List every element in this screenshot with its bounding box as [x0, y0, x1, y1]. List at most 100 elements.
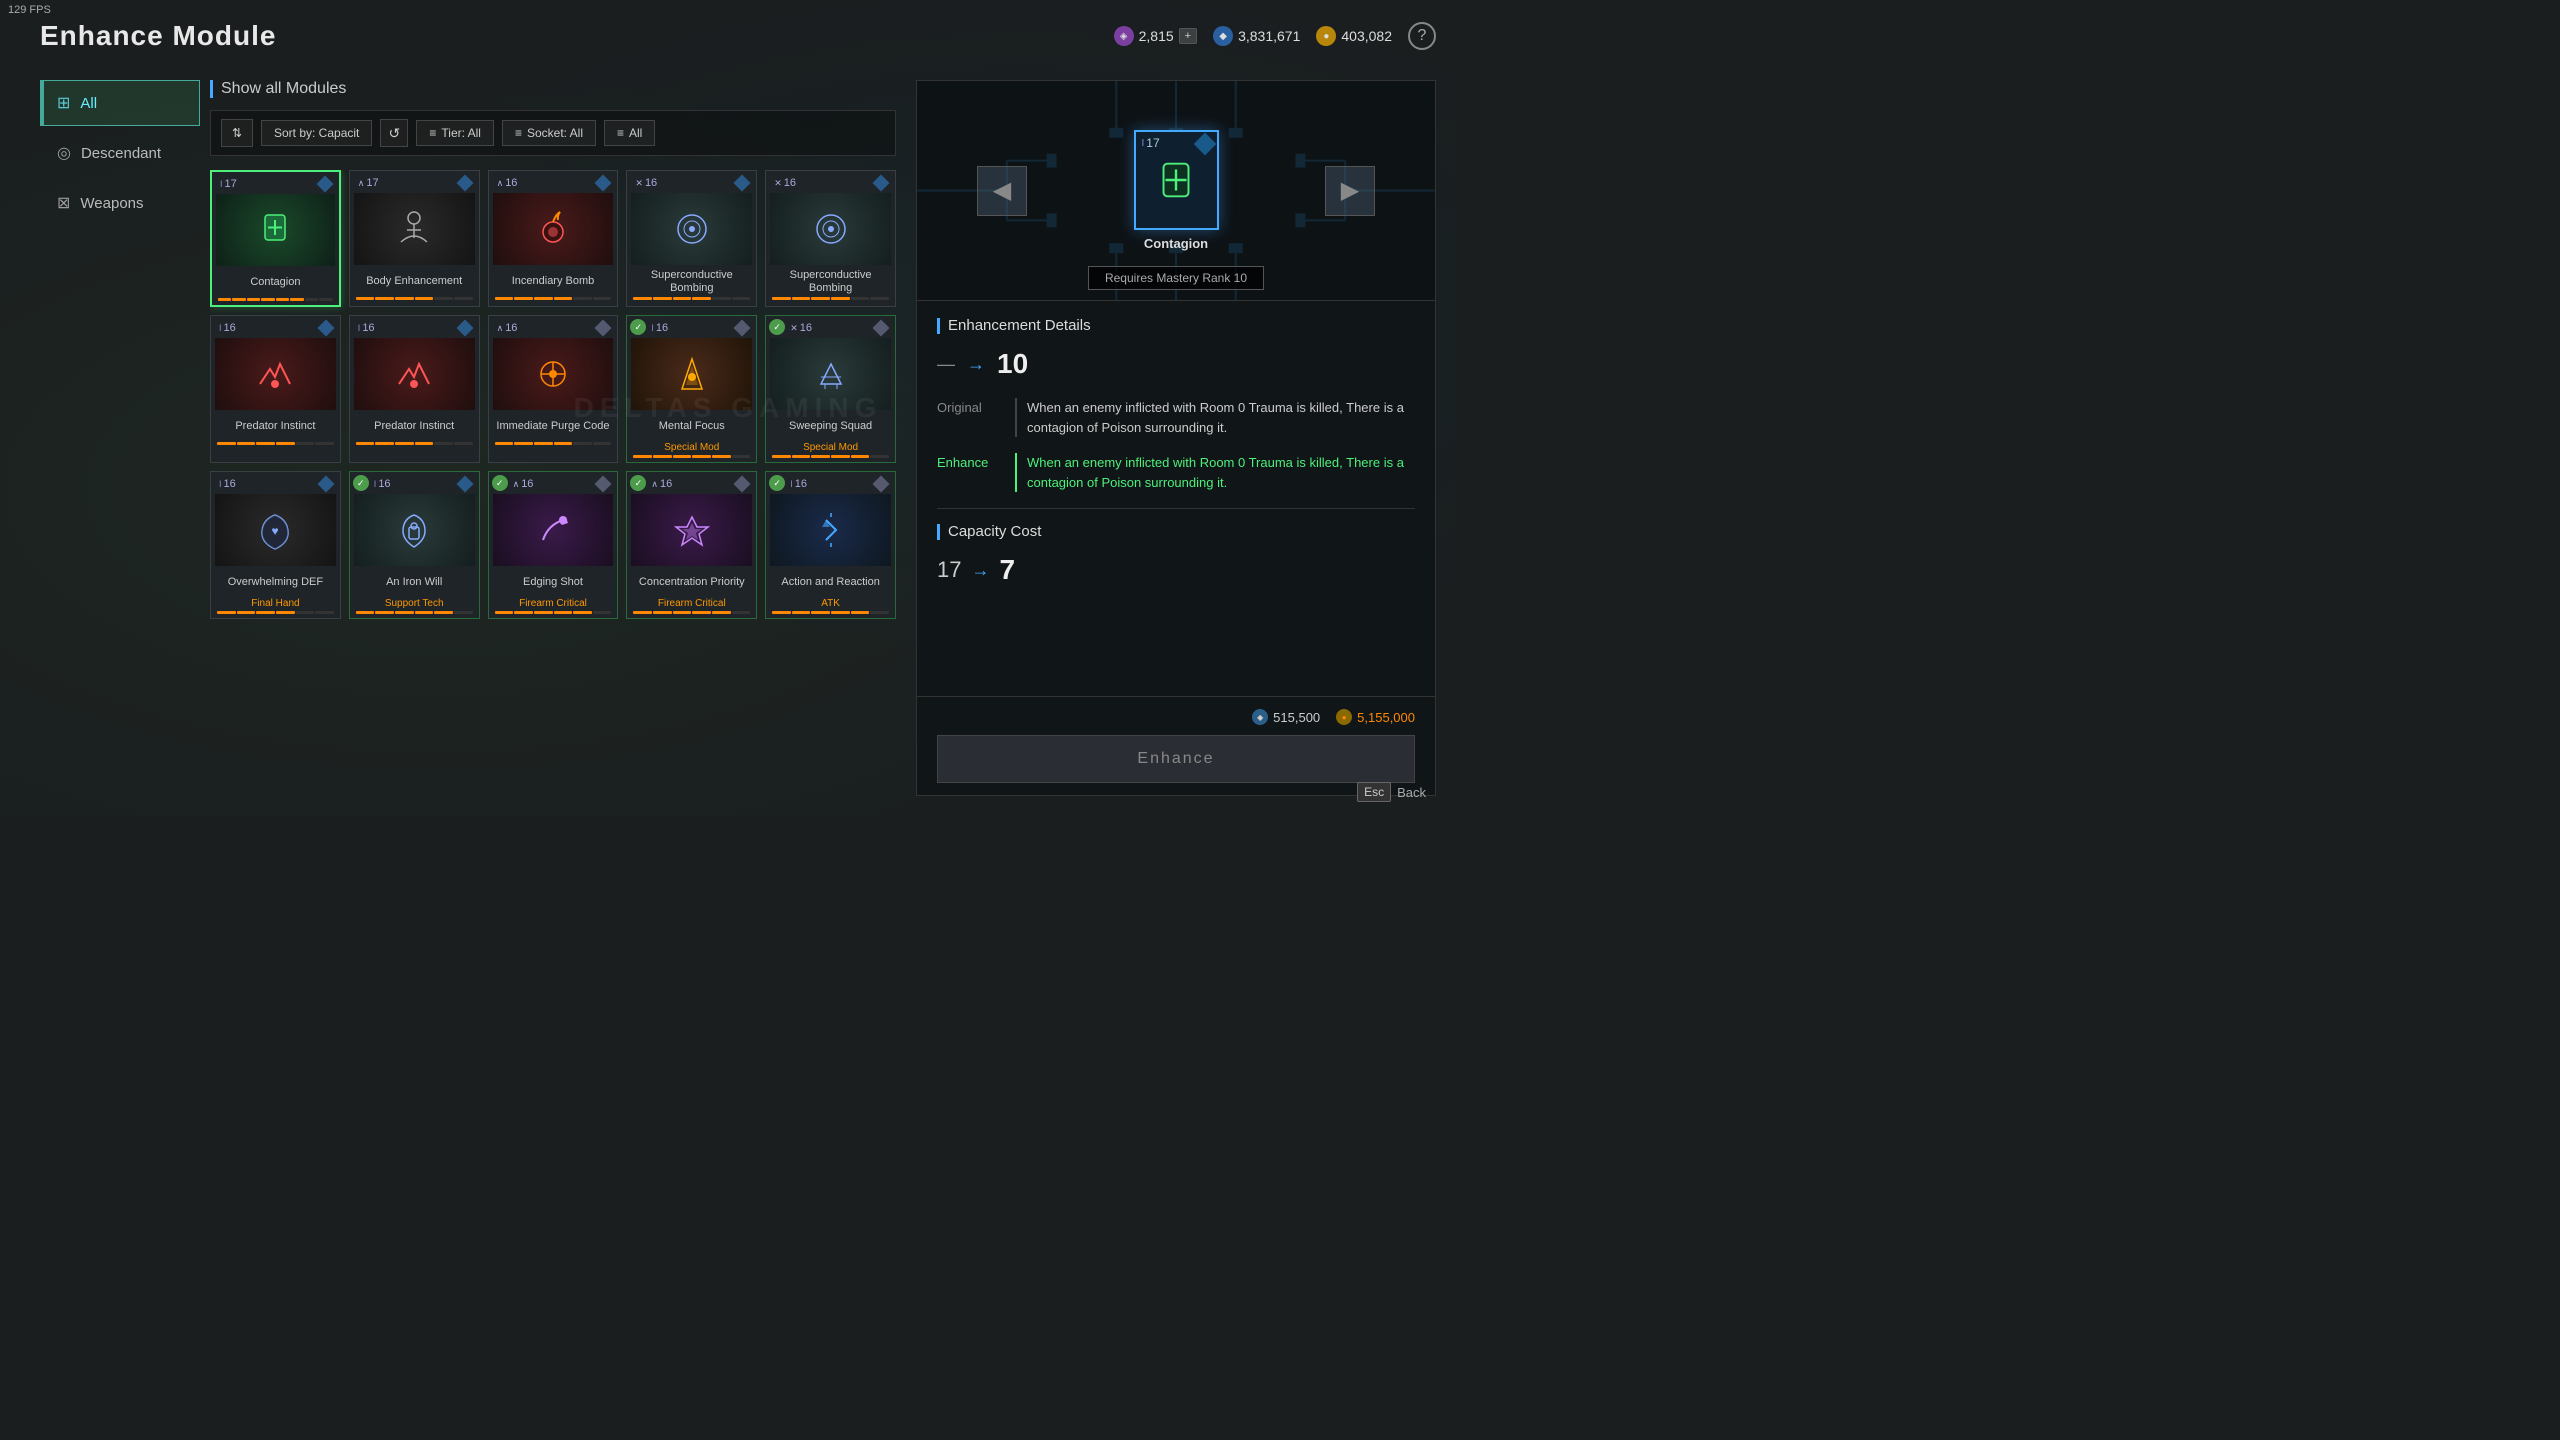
check-circle-13: ✓: [492, 475, 508, 491]
card-rank-11: I 16: [219, 478, 236, 490]
cap-dots-14: [633, 611, 750, 614]
module-card-mental-focus[interactable]: ✓ I 16 Mental Focus Special Mo: [626, 315, 757, 463]
level-value: 10: [997, 348, 1028, 380]
card-name-2: Body Enhancement: [354, 269, 475, 295]
card-subtype-9: Special Mod: [631, 442, 752, 453]
esc-key: Esc: [1357, 782, 1391, 802]
crystal-cost: ◆ 515,500: [1252, 709, 1320, 725]
card-top-13: ∧ 16: [493, 476, 614, 492]
content-header: Show all Modules: [210, 80, 896, 98]
prev-module-button[interactable]: ◀: [977, 166, 1027, 216]
rank-icon-12: I: [374, 479, 377, 489]
module-card-superconductive-2[interactable]: ✕ 16 Superconductive Bombing: [765, 170, 896, 307]
action-reaction-svg: [806, 505, 856, 555]
gold-cost-value: 5,155,000: [1357, 710, 1415, 725]
card-name-13: Edging Shot: [493, 570, 614, 596]
central-diamond-icon: [1193, 133, 1216, 156]
all-filter-button[interactable]: ≡ All: [604, 120, 655, 146]
cap-original-value: 17: [937, 557, 961, 583]
divider: [937, 508, 1415, 509]
module-card-incendiary-bomb[interactable]: ∧ 16 Incendiary Bomb: [488, 170, 619, 307]
filter-bar: ⇅ Sort by: Capacit ↺ ≡ Tier: All ≡ Socke…: [210, 110, 896, 156]
card-top-10: ✕ 16: [770, 320, 891, 336]
module-card-predator-1[interactable]: I 16 Predator Instinct: [210, 315, 341, 463]
card-name-9: Mental Focus: [631, 414, 752, 440]
socket-filter-label: Socket: All: [527, 126, 583, 140]
central-card: I 17: [1134, 130, 1219, 230]
refresh-button[interactable]: ↺: [380, 119, 408, 147]
card-image-11: ♥: [215, 494, 336, 566]
incendiary-bomb-svg: [528, 204, 578, 254]
module-card-superconductive-1[interactable]: ✕ 16 Superconductive Bombing: [626, 170, 757, 307]
help-button[interactable]: ?: [1408, 22, 1436, 50]
card-name-5: Superconductive Bombing: [770, 269, 891, 295]
cap-dots-12: [356, 611, 473, 614]
rank-icon-10: ✕: [790, 323, 798, 334]
enhance-button[interactable]: Enhance: [937, 735, 1415, 783]
enhancement-section-title: Enhancement Details: [937, 317, 1415, 334]
predator-1-svg: [250, 349, 300, 399]
card-top-14: ∧ 16: [631, 476, 752, 492]
tier-filter-button[interactable]: ≡ Tier: All: [416, 120, 494, 146]
central-module-name: Contagion: [1144, 236, 1208, 251]
sidebar: ⊞ All ◎ Descendant ⊠ Weapons: [40, 80, 200, 230]
diamond-4: [734, 175, 751, 192]
module-card-iron-will[interactable]: ✓ I 16 An Iron Will Support Te: [349, 471, 480, 619]
tier-layers-icon: ≡: [429, 126, 436, 140]
sidebar-weapons-label: Weapons: [80, 195, 143, 212]
card-name-12: An Iron Will: [354, 570, 475, 596]
purple-add-button[interactable]: +: [1179, 28, 1197, 44]
capacity-section-title: Capacity Cost: [937, 523, 1415, 540]
module-card-predator-2[interactable]: I 16 Predator Instinct: [349, 315, 480, 463]
card-rank-8: ∧ 16: [497, 322, 518, 334]
sidebar-item-all[interactable]: ⊞ All: [40, 80, 200, 126]
module-card-concentration-priority[interactable]: ✓ ∧ 16 Concentration Priority Firearm Cr…: [626, 471, 757, 619]
card-rank-1: I 17: [220, 178, 237, 190]
sort-direction-button[interactable]: ⇅: [221, 119, 253, 147]
diamond-12: [456, 476, 473, 493]
rank-icon-8: ∧: [497, 323, 504, 334]
svg-text:♥: ♥: [272, 524, 279, 538]
cap-dots-6: [217, 442, 334, 445]
show-all-modules-label: Show all Modules: [221, 80, 346, 98]
blue-currency: ◆ 3,831,671: [1213, 26, 1300, 46]
module-card-contagion[interactable]: I 17 Contagion: [210, 170, 341, 307]
card-rank-14: ∧ 16: [651, 478, 672, 490]
card-name-4: Superconductive Bombing: [631, 269, 752, 295]
rank-icon-11: I: [219, 479, 222, 489]
card-top-5: ✕ 16: [770, 175, 891, 191]
contagion-svg: [250, 205, 300, 255]
page-title: Enhance Module: [40, 20, 276, 52]
card-name-15: Action and Reaction: [770, 570, 891, 596]
gold-cost-icon: ●: [1336, 709, 1352, 725]
rank-icon-2: ∧: [358, 178, 365, 189]
card-image-5: [770, 193, 891, 265]
module-card-action-reaction[interactable]: ✓ I 16 Action and Reaction ATK: [765, 471, 896, 619]
sort-label: Sort by: Capacit: [261, 120, 372, 146]
all-filter-label: All: [629, 126, 642, 140]
immediate-purge-svg: [528, 349, 578, 399]
rank-value-4: 16: [645, 177, 657, 189]
purple-currency: ◈ 2,815 +: [1114, 26, 1197, 46]
next-module-button[interactable]: ▶: [1325, 166, 1375, 216]
diamond-icon-1: [316, 176, 333, 193]
diamond-8: [595, 320, 612, 337]
card-image-8: [493, 338, 614, 410]
module-card-body-enhancement[interactable]: ∧ 17 Body Enhancement: [349, 170, 480, 307]
card-rank-9: I 16: [651, 322, 668, 334]
sidebar-item-descendant[interactable]: ◎ Descendant: [40, 130, 200, 176]
sidebar-item-weapons[interactable]: ⊠ Weapons: [40, 180, 200, 226]
cap-dots-9: [633, 455, 750, 458]
module-card-immediate-purge[interactable]: ∧ 16 Immediate Purge Code: [488, 315, 619, 463]
rank-value-14: 16: [660, 478, 672, 490]
card-name-11: Overwhelming DEF: [215, 570, 336, 596]
module-preview: ◀ I 17 Contagion ▶: [917, 81, 1435, 301]
module-card-edging-shot[interactable]: ✓ ∧ 16 Edging Shot Firearm Cri: [488, 471, 619, 619]
card-subtype-10: Special Mod: [770, 442, 891, 453]
module-card-sweeping-squad[interactable]: ✓ ✕ 16 Sweeping Squad: [765, 315, 896, 463]
socket-filter-button[interactable]: ≡ Socket: All: [502, 120, 596, 146]
rank-value-5: 16: [784, 177, 796, 189]
edging-shot-svg: [528, 505, 578, 555]
module-card-overwhelming-def[interactable]: I 16 ♥ Overwhelming DEF Final Hand: [210, 471, 341, 619]
superconductive-1-svg: [667, 204, 717, 254]
